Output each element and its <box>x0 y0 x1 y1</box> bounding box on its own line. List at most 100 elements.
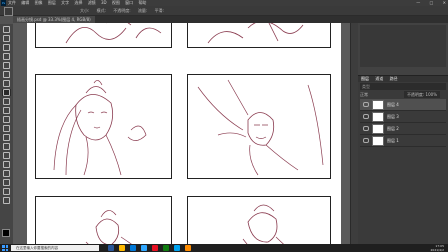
sketch-drawing <box>65 23 162 44</box>
windows-start-icon[interactable] <box>2 245 8 251</box>
foreground-color-swatch[interactable] <box>2 229 10 237</box>
layer-filter[interactable]: 类型 <box>360 83 446 90</box>
storyboard-panel-6 <box>187 196 331 244</box>
menu-type[interactable]: 文字 <box>61 0 69 5</box>
opacity-field[interactable]: 不透明度: 100% <box>403 91 440 98</box>
layers-panel: 图层 通道 路径 类型 正常 不透明度: 100% 图层 4 图层 3 图层 2… <box>358 75 448 245</box>
sketch-drawing <box>207 23 304 44</box>
history-brush-tool-icon[interactable] <box>2 107 11 114</box>
canvas[interactable] <box>27 23 341 244</box>
layer-thumbnail <box>372 99 384 110</box>
visibility-eye-icon[interactable] <box>363 114 369 119</box>
storyboard-panel-5 <box>35 196 172 244</box>
sketch-drawing <box>53 80 147 176</box>
stamp-tool-icon[interactable] <box>2 98 11 105</box>
storyboard-panel-3 <box>35 74 172 179</box>
tab-layers[interactable]: 图层 <box>361 76 369 81</box>
eyedropper-tool-icon[interactable] <box>2 71 11 78</box>
healing-tool-icon[interactable] <box>2 80 11 87</box>
pen-tool-icon[interactable] <box>2 152 11 159</box>
visibility-eye-icon[interactable] <box>363 126 369 131</box>
eraser-tool-icon[interactable] <box>2 116 11 123</box>
color-panel[interactable] <box>360 25 446 67</box>
layer-row[interactable]: 图层 2 <box>360 123 446 135</box>
system-tray-clock[interactable]: 17:05 2021/4/2 <box>431 244 444 252</box>
hand-tool-icon[interactable] <box>2 188 11 195</box>
sketch-drawing <box>197 79 324 176</box>
marquee-tool-icon[interactable] <box>2 35 11 42</box>
menu-edit[interactable]: 编辑 <box>21 0 29 5</box>
taskbar-app-icon[interactable] <box>163 245 169 251</box>
layer-name: 图层 4 <box>387 101 399 107</box>
layers-panel-tabs: 图层 通道 路径 <box>358 76 448 82</box>
menu-image[interactable]: 图像 <box>35 0 43 5</box>
visibility-eye-icon[interactable] <box>363 138 369 143</box>
quick-select-tool-icon[interactable] <box>2 53 11 60</box>
sketch-drawing <box>85 210 132 244</box>
tab-channels[interactable]: 通道 <box>375 76 383 81</box>
blend-mode-row: 正常 不透明度: 100% <box>360 91 446 98</box>
taskbar-app-icon[interactable] <box>185 245 191 251</box>
minimize-button[interactable]: — <box>416 0 420 5</box>
layer-thumbnail <box>372 135 384 146</box>
tool-options: 大小: 模式: 不透明度: 流量: 平滑: <box>80 6 170 15</box>
taskbar-search-input[interactable]: 在这里输入你要搜索的内容 <box>11 245 99 251</box>
taskbar-app-icon[interactable] <box>141 245 147 251</box>
brush-preset-icon[interactable] <box>4 7 13 16</box>
storyboard-panel-4 <box>187 74 331 179</box>
maximize-button[interactable]: □ <box>430 0 434 5</box>
menu-3d[interactable]: 3D <box>101 0 107 5</box>
shape-tool-icon[interactable] <box>2 179 11 186</box>
clock-date: 2021/4/2 <box>430 248 444 252</box>
menu-select[interactable]: 选择 <box>74 0 82 5</box>
layer-name: 图层 3 <box>387 113 399 119</box>
menu-layer[interactable]: 图层 <box>48 0 56 5</box>
sketch-drawing <box>242 204 284 244</box>
layer-row[interactable]: 图层 3 <box>360 111 446 123</box>
layer-thumbnail <box>372 111 384 122</box>
menu-window[interactable]: 窗口 <box>125 0 133 5</box>
layer-name: 图层 1 <box>387 137 399 143</box>
type-tool-icon[interactable] <box>2 161 11 168</box>
crop-tool-icon[interactable] <box>2 62 11 69</box>
storyboard-panel-1 <box>35 23 172 48</box>
option-flow[interactable]: 流量: <box>138 8 147 13</box>
taskbar-app-icon[interactable] <box>108 245 114 251</box>
move-tool-icon[interactable] <box>2 26 11 33</box>
menu-filter[interactable]: 滤镜 <box>88 0 96 5</box>
brush-tool-icon[interactable] <box>2 89 11 96</box>
layer-thumbnail <box>372 123 384 134</box>
taskbar-app-icon[interactable] <box>174 245 180 251</box>
close-button[interactable]: ✕ <box>443 0 446 5</box>
option-mode[interactable]: 模式: <box>97 8 106 13</box>
menu-file[interactable]: 文件 <box>8 0 16 5</box>
taskbar-app-icon[interactable] <box>119 245 125 251</box>
visibility-eye-icon[interactable] <box>363 102 369 107</box>
layer-row[interactable]: 图层 4 <box>360 99 446 111</box>
dodge-tool-icon[interactable] <box>2 143 11 150</box>
zoom-tool-icon[interactable] <box>2 197 11 204</box>
blur-tool-icon[interactable] <box>2 134 11 141</box>
taskbar: 在这里输入你要搜索的内容 17:05 2021/4/2 <box>0 244 448 252</box>
path-select-tool-icon[interactable] <box>2 170 11 177</box>
lasso-tool-icon[interactable] <box>2 44 11 51</box>
tools-panel <box>0 24 14 244</box>
taskbar-app-icon[interactable] <box>152 245 158 251</box>
document-workspace[interactable] <box>13 23 350 244</box>
options-bar: 大小: 模式: 不透明度: 流量: 平滑: <box>0 6 448 16</box>
layer-name: 图层 2 <box>387 125 399 131</box>
storyboard-panel-2 <box>187 23 331 48</box>
layer-row[interactable]: 图层 1 <box>360 135 446 147</box>
menu-view[interactable]: 视图 <box>112 0 120 5</box>
option-smoothing[interactable]: 平滑: <box>155 8 164 13</box>
option-opacity[interactable]: 不透明度: <box>113 8 130 13</box>
taskbar-app-icon[interactable] <box>130 245 136 251</box>
blend-mode-select[interactable]: 正常 <box>360 92 368 97</box>
document-tabs: 插画分镜.psd @ 33.3%(图层 4, RGB/8) <box>13 16 448 23</box>
option-size[interactable]: 大小: <box>80 8 89 13</box>
gradient-tool-icon[interactable] <box>2 125 11 132</box>
taskbar-apps <box>108 245 191 251</box>
tab-paths[interactable]: 路径 <box>390 76 398 81</box>
menu-help[interactable]: 帮助 <box>138 0 146 5</box>
document-tab[interactable]: 插画分镜.psd @ 33.3%(图层 4, RGB/8) <box>13 16 95 23</box>
